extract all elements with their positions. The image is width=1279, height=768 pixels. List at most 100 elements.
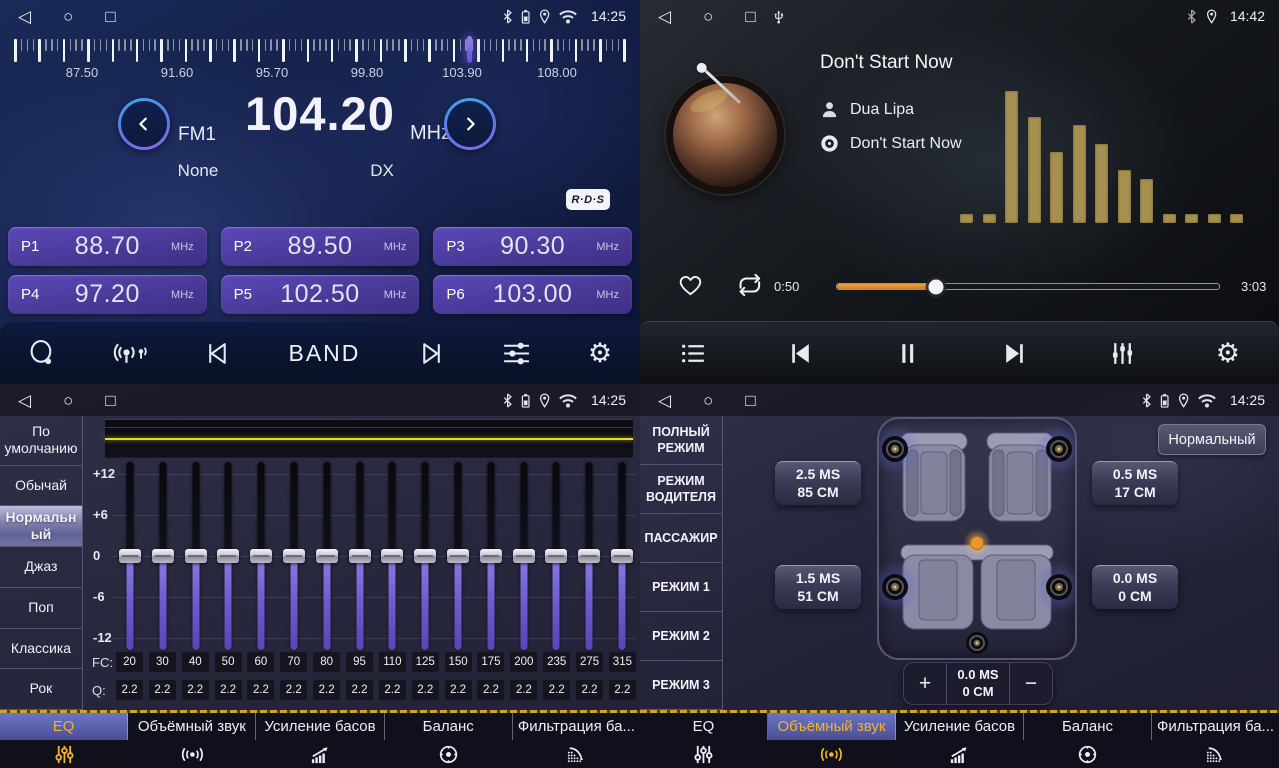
tab-surround-sound[interactable]: Объёмный звук — [128, 713, 256, 740]
prev-track-icon[interactable] — [786, 339, 815, 368]
sound-profile-button[interactable]: Нормальный — [1158, 424, 1266, 455]
next-track-icon[interactable] — [1000, 339, 1029, 368]
slider-handle[interactable] — [545, 549, 567, 563]
back-icon[interactable]: ◁ — [658, 392, 671, 409]
front-left-delay-button[interactable]: 2.5 MS 85 CM — [775, 461, 861, 505]
increase-delay-button[interactable]: + — [904, 663, 946, 704]
tab-eq-sliders[interactable]: EQ — [640, 713, 768, 740]
eq-band-slider[interactable] — [149, 462, 177, 650]
eq-band-slider[interactable] — [346, 462, 374, 650]
rear-left-delay-button[interactable]: 1.5 MS 51 CM — [775, 565, 861, 609]
progress-bar[interactable] — [836, 283, 1220, 290]
back-icon[interactable]: ◁ — [18, 8, 31, 25]
home-icon[interactable]: ○ — [63, 8, 73, 25]
eq-preset-item[interactable]: Поп — [0, 588, 82, 629]
slider-handle[interactable] — [611, 549, 633, 563]
soundfield-mode-item[interactable]: ПОЛНЫЙ РЕЖИМ — [640, 416, 722, 465]
equalizer-settings-icon[interactable] — [501, 339, 532, 368]
back-icon[interactable]: ◁ — [18, 392, 31, 409]
settings-gear-icon[interactable]: ⚙ — [588, 340, 612, 367]
eq-band-slider[interactable] — [280, 462, 308, 650]
preset-button-p3[interactable]: P390.30MHz — [433, 227, 632, 266]
tab-balance[interactable]: Баланс — [385, 713, 513, 740]
eq-band-slider[interactable] — [411, 462, 439, 650]
broadcast-scan-icon[interactable] — [113, 339, 148, 368]
tab-bass-boost[interactable]: Усиление басов — [256, 713, 384, 740]
tab-balance[interactable]: Баланс — [1024, 713, 1152, 740]
slider-handle[interactable] — [283, 549, 305, 563]
front-right-delay-button[interactable]: 0.5 MS 17 CM — [1092, 461, 1178, 505]
soundfield-mode-item[interactable]: ПАССАЖИР — [640, 514, 722, 563]
slider-handle[interactable] — [480, 549, 502, 563]
settings-gear-icon[interactable]: ⚙ — [1216, 340, 1240, 367]
soundfield-mode-item[interactable]: РЕЖИМ 2 — [640, 612, 722, 661]
eq-band-slider[interactable] — [313, 462, 341, 650]
progress-knob[interactable] — [929, 279, 944, 294]
seek-mode[interactable]: DX — [352, 161, 412, 181]
preset-button-p5[interactable]: P5102.50MHz — [221, 275, 420, 314]
eq-preset-item[interactable]: Обычай — [0, 466, 82, 507]
eq-band-slider[interactable] — [378, 462, 406, 650]
surround-sound-icon[interactable] — [768, 740, 896, 768]
surround-sound-icon[interactable] — [128, 740, 256, 768]
slider-handle[interactable] — [119, 549, 141, 563]
slider-handle[interactable] — [316, 549, 338, 563]
slider-handle[interactable] — [185, 549, 207, 563]
eq-sliders-icon[interactable] — [0, 740, 128, 768]
home-icon[interactable]: ○ — [703, 392, 713, 409]
slider-handle[interactable] — [217, 549, 239, 563]
rear-right-delay-button[interactable]: 0.0 MS 0 CM — [1092, 565, 1178, 609]
recents-icon[interactable]: □ — [105, 8, 115, 25]
decrease-delay-button[interactable]: − — [1010, 663, 1052, 704]
preset-button-p1[interactable]: P188.70MHz — [8, 227, 207, 266]
soundfield-mode-item[interactable]: РЕЖИМ 1 — [640, 563, 722, 612]
favorite-heart-icon[interactable] — [676, 271, 705, 298]
recents-icon[interactable]: □ — [745, 8, 755, 25]
band-button[interactable]: BAND — [288, 340, 360, 367]
eq-sliders-icon[interactable] — [640, 740, 768, 768]
soundfield-mode-item[interactable]: РЕЖИМ 3 — [640, 661, 722, 710]
frequency-scale[interactable]: 87.5091.6095.7099.80103.90108.00 — [0, 34, 640, 82]
bass-boost-icon[interactable] — [896, 740, 1024, 768]
slider-handle[interactable] — [349, 549, 371, 563]
home-icon[interactable]: ○ — [63, 392, 73, 409]
back-icon[interactable]: ◁ — [658, 8, 671, 25]
slider-handle[interactable] — [414, 549, 436, 563]
tab-eq-sliders[interactable]: EQ — [0, 713, 128, 740]
playlist-icon[interactable] — [679, 339, 708, 368]
next-station-button[interactable] — [444, 98, 496, 150]
slider-handle[interactable] — [152, 549, 174, 563]
tab-bass-boost[interactable]: Усиление басов — [896, 713, 1024, 740]
tab-subwoofer-filter[interactable]: Фильтрация ба... — [513, 713, 640, 740]
next-track-icon[interactable] — [416, 339, 445, 368]
eq-preset-item[interactable]: По умолчанию — [0, 416, 82, 466]
balance-icon[interactable] — [384, 740, 512, 768]
slider-handle[interactable] — [381, 549, 403, 563]
eq-band-slider[interactable] — [575, 462, 603, 650]
eq-preset-item[interactable]: Джаз — [0, 547, 82, 588]
eq-preset-item[interactable]: Классика — [0, 629, 82, 670]
frequency-pointer[interactable] — [467, 36, 472, 63]
slider-handle[interactable] — [578, 549, 600, 563]
subwoofer-filter-icon[interactable] — [1151, 740, 1279, 768]
repeat-icon[interactable] — [735, 272, 765, 298]
eq-band-slider[interactable] — [116, 462, 144, 650]
prev-track-icon[interactable] — [204, 339, 233, 368]
eq-band-slider[interactable] — [608, 462, 636, 650]
balance-icon[interactable] — [1023, 740, 1151, 768]
pause-icon[interactable] — [893, 339, 922, 368]
bass-boost-icon[interactable] — [256, 740, 384, 768]
eq-band-slider[interactable] — [542, 462, 570, 650]
eq-band-slider[interactable] — [247, 462, 275, 650]
tab-surround-sound[interactable]: Объёмный звук — [768, 713, 896, 740]
eq-band-slider[interactable] — [214, 462, 242, 650]
eq-band-slider[interactable] — [510, 462, 538, 650]
slider-handle[interactable] — [250, 549, 272, 563]
subwoofer-filter-icon[interactable] — [512, 740, 640, 768]
preset-button-p2[interactable]: P289.50MHz — [221, 227, 420, 266]
eq-band-slider[interactable] — [444, 462, 472, 650]
slider-handle[interactable] — [513, 549, 535, 563]
tune-search-icon[interactable] — [28, 339, 57, 368]
eq-band-slider[interactable] — [182, 462, 210, 650]
eq-preset-item[interactable]: Рок — [0, 669, 82, 710]
